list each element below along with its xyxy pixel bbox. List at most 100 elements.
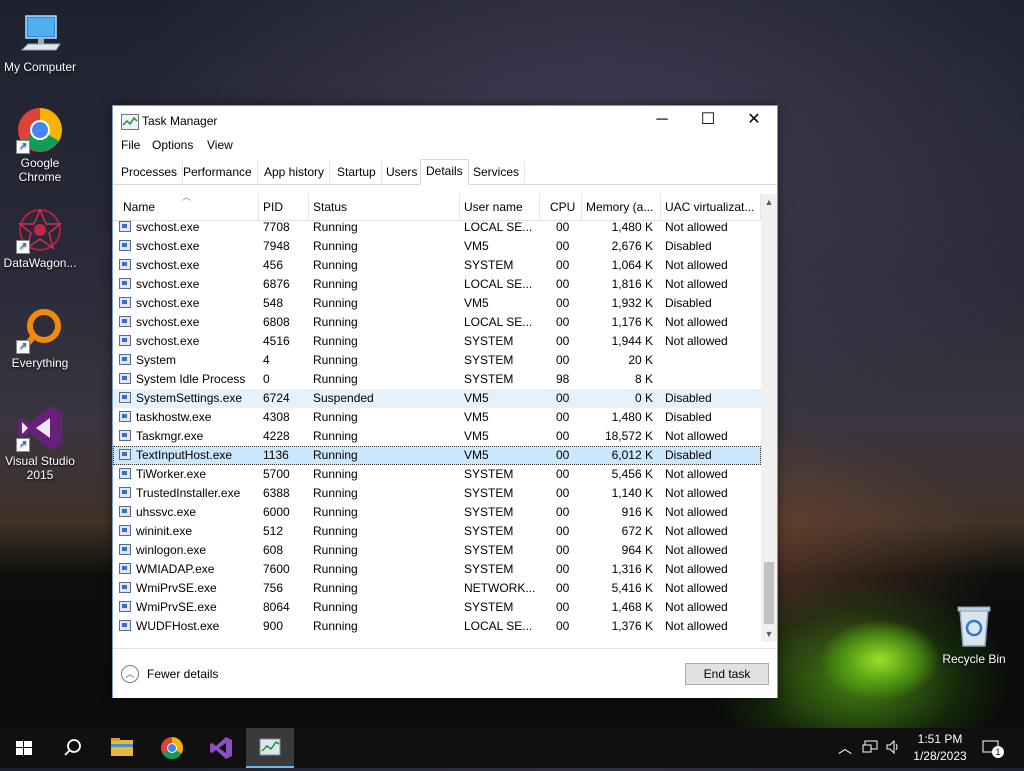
tab-app-history[interactable]: App history	[259, 161, 331, 183]
menu-view[interactable]: View	[207, 138, 233, 152]
table-row[interactable]: TiWorker.exe 5700 Running SYSTEM 00 5,456 K No…	[113, 465, 761, 484]
cell-name: wininit.exe	[136, 524, 193, 538]
table-row[interactable]: svchost.exe 548 Running VM5 00 1,932 K Disable…	[113, 294, 761, 313]
notification-center-button[interactable]: 1	[980, 736, 1004, 760]
desktop-icon-datawagon[interactable]: ↗ DataWagon...	[0, 206, 80, 270]
process-icon	[119, 525, 131, 536]
cell-status: Running	[313, 296, 358, 310]
tab-services[interactable]: Services	[468, 161, 526, 183]
desktop-icon-label: Recycle Bin	[942, 652, 1006, 666]
taskbar-chrome[interactable]	[148, 728, 196, 768]
cell-cpu: 00	[556, 619, 570, 633]
start-button[interactable]	[0, 728, 48, 768]
cell-user: SYSTEM	[464, 600, 514, 614]
column-uac-virtualization[interactable]: UAC virtualizat...	[661, 194, 761, 220]
column-pid[interactable]: PID	[259, 194, 309, 220]
column-user-name[interactable]: User name	[460, 194, 540, 220]
column-memory[interactable]: Memory (a...	[582, 194, 661, 220]
tab-details[interactable]: Details	[420, 159, 469, 185]
cell-name: TiWorker.exe	[136, 467, 207, 481]
desktop-icon-recycle-bin[interactable]: Recycle Bin	[934, 602, 1014, 666]
table-row[interactable]: WUDFHost.exe 900 Running LOCAL SE... 00 1,376…	[113, 617, 761, 636]
table-row[interactable]: System Idle Process 0 Running SYSTEM 98 8 K	[113, 370, 761, 389]
table-row[interactable]: wininit.exe 512 Running SYSTEM 00 672 K Not al…	[113, 522, 761, 541]
table-row[interactable]: svchost.exe 7948 Running VM5 00 2,676 K Disabl…	[113, 237, 761, 256]
cell-status: Running	[313, 277, 358, 291]
desktop-icon-my-computer[interactable]: My Computer	[0, 10, 80, 74]
cell-cpu: 00	[556, 486, 570, 500]
table-row[interactable]: WmiPrvSE.exe 8064 Running SYSTEM 00 1,468 K No…	[113, 598, 761, 617]
taskbar-file-explorer[interactable]	[98, 728, 146, 768]
desktop-icon-visual-studio[interactable]: ↗ Visual Studio 2015	[0, 404, 80, 482]
clock-date[interactable]: 1/28/2023	[905, 749, 975, 763]
cell-name: svchost.exe	[136, 315, 200, 329]
close-button[interactable]: ✕	[731, 106, 777, 136]
table-row[interactable]: WmiPrvSE.exe 756 Running NETWORK... 00 5,416 …	[113, 579, 761, 598]
desktop-icon-google-chrome[interactable]: ↗ Google Chrome	[0, 106, 80, 184]
menu-options[interactable]: Options	[152, 138, 193, 152]
scroll-up-icon[interactable]: ▲	[761, 194, 777, 210]
table-row[interactable]: SystemSettings.exe 6724 Suspended VM5 00 0 K D…	[113, 389, 761, 408]
title-bar[interactable]: Task Manager ─ ☐ ✕	[113, 106, 777, 136]
column-name[interactable]: Name	[119, 194, 259, 220]
table-row[interactable]: svchost.exe 456 Running SYSTEM 00 1,064 K Not …	[113, 256, 761, 275]
table-row[interactable]: svchost.exe 4516 Running SYSTEM 00 1,944 K Not…	[113, 332, 761, 351]
show-hidden-icons-icon[interactable]: ︿	[838, 738, 852, 758]
desktop-icon-everything[interactable]: ↗ Everything	[0, 306, 80, 370]
end-task-button[interactable]: End task	[685, 663, 769, 685]
vertical-scrollbar[interactable]: ▲ ▼	[761, 194, 777, 642]
table-row[interactable]: svchost.exe 6876 Running LOCAL SE... 00 1,816…	[113, 275, 761, 294]
cell-mem: 916 K	[621, 505, 653, 519]
minimize-button[interactable]: ─	[639, 106, 685, 136]
cell-cpu: 98	[556, 372, 570, 386]
scroll-down-icon[interactable]: ▼	[761, 626, 777, 642]
tab-startup[interactable]: Startup	[332, 161, 382, 183]
cell-name: Taskmgr.exe	[136, 429, 204, 443]
cell-uac: Not allowed	[665, 600, 728, 614]
cell-mem: 1,480 K	[611, 220, 653, 234]
table-row[interactable]: svchost.exe 7708 Running LOCAL SE... 00 1,480…	[113, 218, 761, 237]
tab-processes[interactable]: Processes	[116, 161, 184, 183]
process-icon	[119, 544, 131, 555]
chevron-up-icon[interactable]: ︿	[121, 665, 139, 683]
cell-user: SYSTEM	[464, 334, 514, 348]
cell-uac: Not allowed	[665, 619, 728, 633]
taskbar-visual-studio[interactable]	[197, 728, 245, 768]
taskbar-task-manager[interactable]	[246, 728, 294, 768]
table-row[interactable]: TextInputHost.exe 1136 Running VM5 00 6,012 K…	[113, 446, 761, 465]
table-row[interactable]: TrustedInstaller.exe 6388 Running SYSTEM 00 1…	[113, 484, 761, 503]
table-row[interactable]: winlogon.exe 608 Running SYSTEM 00 964 K Not a…	[113, 541, 761, 560]
process-icon	[119, 487, 131, 498]
table-row[interactable]: uhssvc.exe 6000 Running SYSTEM 00 916 K Not al…	[113, 503, 761, 522]
table-row[interactable]: System 4 Running SYSTEM 00 20 K	[113, 351, 761, 370]
process-icon	[119, 297, 131, 308]
table-row[interactable]: Taskmgr.exe 4228 Running VM5 00 18,572 K Not a…	[113, 427, 761, 446]
visual-studio-icon: ↗	[16, 404, 64, 452]
cell-cpu: 00	[556, 524, 570, 538]
cell-pid: 7708	[263, 220, 290, 234]
column-cpu[interactable]: CPU	[546, 194, 582, 220]
volume-icon[interactable]	[886, 739, 902, 755]
column-status[interactable]: Status	[309, 194, 460, 220]
tab-performance[interactable]: Performance	[178, 161, 258, 183]
fewer-details-link[interactable]: Fewer details	[147, 667, 218, 681]
cell-mem: 1,376 K	[611, 619, 653, 633]
maximize-button[interactable]: ☐	[685, 106, 731, 136]
cell-user: SYSTEM	[464, 562, 514, 576]
menu-file[interactable]: File	[121, 138, 140, 152]
cell-mem: 1,932 K	[611, 296, 653, 310]
clock-time[interactable]: 1:51 PM	[905, 732, 975, 746]
table-row[interactable]: taskhostw.exe 4308 Running VM5 00 1,480 K Disa…	[113, 408, 761, 427]
process-icon	[119, 278, 131, 289]
footer: ︿ Fewer details End task	[113, 648, 777, 698]
tab-users[interactable]: Users	[381, 161, 424, 183]
network-icon[interactable]	[862, 740, 878, 754]
search-button[interactable]	[48, 728, 96, 768]
cell-cpu: 00	[556, 581, 570, 595]
table-row[interactable]: WMIADAP.exe 7600 Running SYSTEM 00 1,316 K Not…	[113, 560, 761, 579]
cell-status: Running	[313, 410, 358, 424]
table-row[interactable]: svchost.exe 6808 Running LOCAL SE... 00 1,176…	[113, 313, 761, 332]
cell-name: System Idle Process	[136, 372, 246, 386]
process-icon	[119, 601, 131, 612]
scroll-thumb[interactable]	[764, 562, 774, 624]
